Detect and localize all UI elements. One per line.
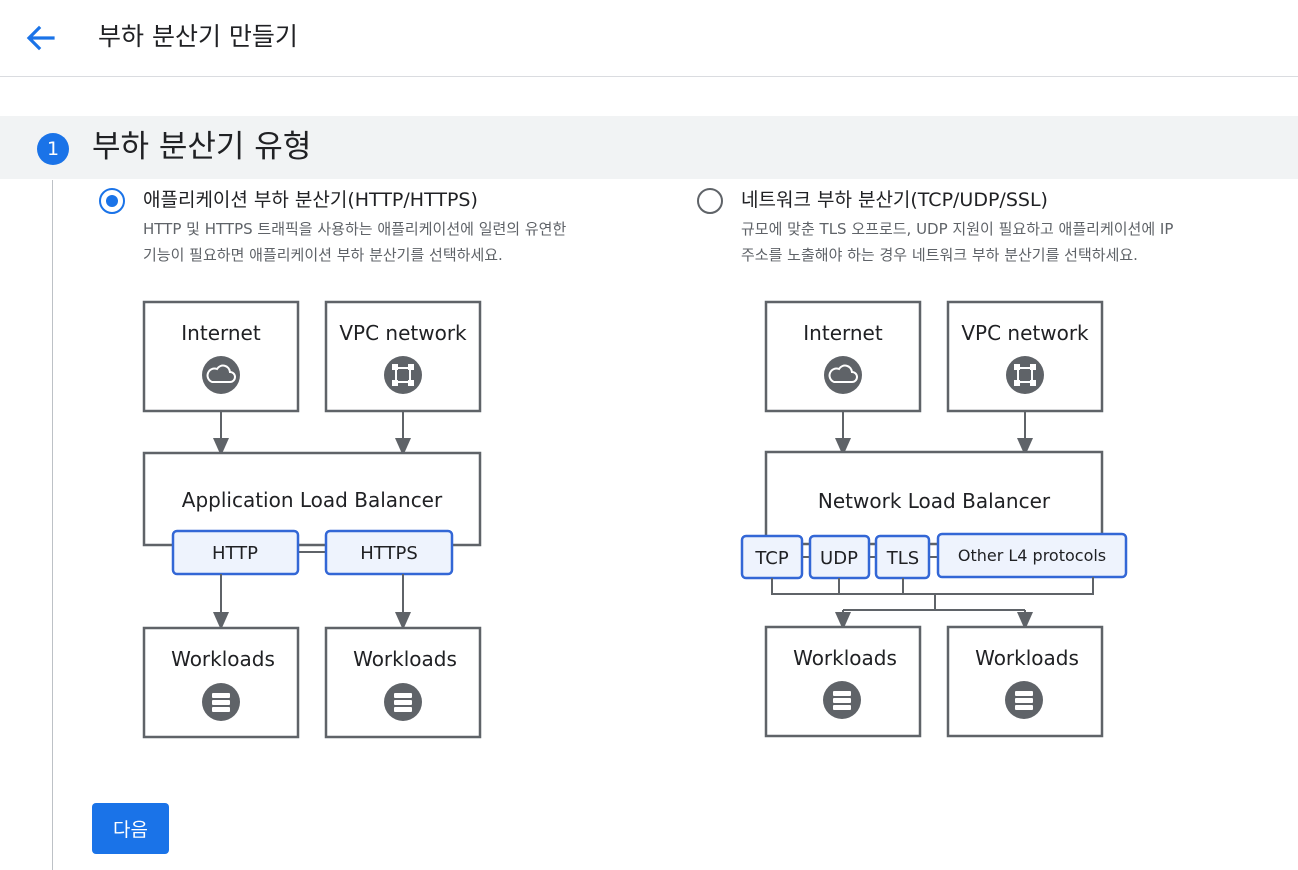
protocol-label: Other L4 protocols (958, 546, 1106, 565)
description-line: 규모에 맞춘 TLS 오프로드, UDP 지원이 필요하고 애플리케이션에 IP (741, 220, 1174, 238)
back-button[interactable] (22, 20, 58, 56)
internet-label: Internet (803, 321, 883, 345)
description-line: 주소를 노출해야 하는 경우 네트워크 부하 분산기를 선택하세요. (741, 246, 1138, 264)
top-bar: 부하 분산기 만들기 (0, 0, 1298, 77)
application-lb-diagram: Internet VPC network Application Load Ba… (142, 300, 482, 739)
vpc-network-label: VPC network (339, 321, 467, 345)
database-icon (823, 681, 861, 719)
workloads-label: Workloads (975, 646, 1079, 670)
description-line: HTTP 및 HTTPS 트래픽을 사용하는 애플리케이션에 일련의 유연한 (143, 220, 567, 238)
option-label-application-lb[interactable]: 애플리케이션 부하 분산기(HTTP/HTTPS) (143, 187, 478, 213)
database-icon (1005, 681, 1043, 719)
vpc-network-label: VPC network (961, 321, 1089, 345)
option-description-application-lb: HTTP 및 HTTPS 트래픽을 사용하는 애플리케이션에 일련의 유연한 기… (143, 216, 566, 268)
balancer-label: Application Load Balancer (182, 488, 443, 512)
vpc-network-icon (384, 356, 422, 394)
network-lb-diagram: Internet VPC network Network Load Balanc… (740, 300, 1128, 738)
cloud-icon (824, 356, 862, 394)
cloud-icon (202, 356, 240, 394)
step-connector-line (52, 180, 53, 870)
vpc-network-icon (1006, 356, 1044, 394)
protocol-label: HTTPS (360, 543, 418, 564)
protocol-label: UDP (820, 548, 858, 569)
workloads-label: Workloads (171, 647, 275, 671)
internet-label: Internet (181, 321, 261, 345)
protocol-label: TLS (886, 548, 919, 569)
step-number-badge: 1 (37, 133, 69, 165)
workloads-label: Workloads (353, 647, 457, 671)
next-button[interactable]: 다음 (92, 803, 169, 854)
database-icon (384, 683, 422, 721)
radio-application-lb[interactable] (99, 188, 125, 214)
step-title: 부하 분산기 유형 (92, 129, 312, 165)
arrow-back-icon (26, 25, 55, 51)
option-label-network-lb[interactable]: 네트워크 부하 분산기(TCP/UDP/SSL) (741, 187, 1048, 213)
protocol-label: HTTP (212, 543, 258, 564)
page-title: 부하 분산기 만들기 (98, 22, 298, 51)
workloads-label: Workloads (793, 646, 897, 670)
protocol-label: TCP (754, 548, 789, 569)
balancer-label: Network Load Balancer (818, 489, 1051, 513)
database-icon (202, 683, 240, 721)
radio-network-lb[interactable] (697, 188, 723, 214)
option-description-network-lb: 규모에 맞춘 TLS 오프로드, UDP 지원이 필요하고 애플리케이션에 IP… (741, 216, 1173, 268)
description-line: 기능이 필요하면 애플리케이션 부하 분산기를 선택하세요. (143, 246, 503, 264)
